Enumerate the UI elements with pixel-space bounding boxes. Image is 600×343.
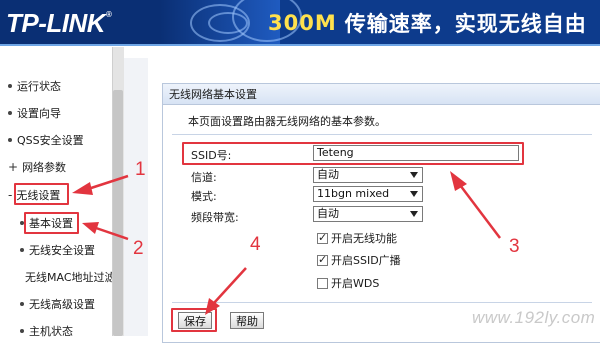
annotation-number-3: 3 xyxy=(509,236,520,257)
arrow-4 xyxy=(213,267,247,304)
arrow-2 xyxy=(95,226,129,241)
watermark: www.192ly.com xyxy=(472,308,596,327)
arrow-1 xyxy=(87,174,129,191)
annotation-number-1: 1 xyxy=(135,159,146,180)
arrow-3-head xyxy=(450,171,467,191)
arrow-2-head xyxy=(82,222,99,234)
arrow-1-head xyxy=(72,182,93,195)
annotation-number-4: 4 xyxy=(250,234,261,255)
arrow-3 xyxy=(459,184,501,239)
annotation-arrows xyxy=(72,171,501,315)
annotation-number-2: 2 xyxy=(133,238,144,259)
